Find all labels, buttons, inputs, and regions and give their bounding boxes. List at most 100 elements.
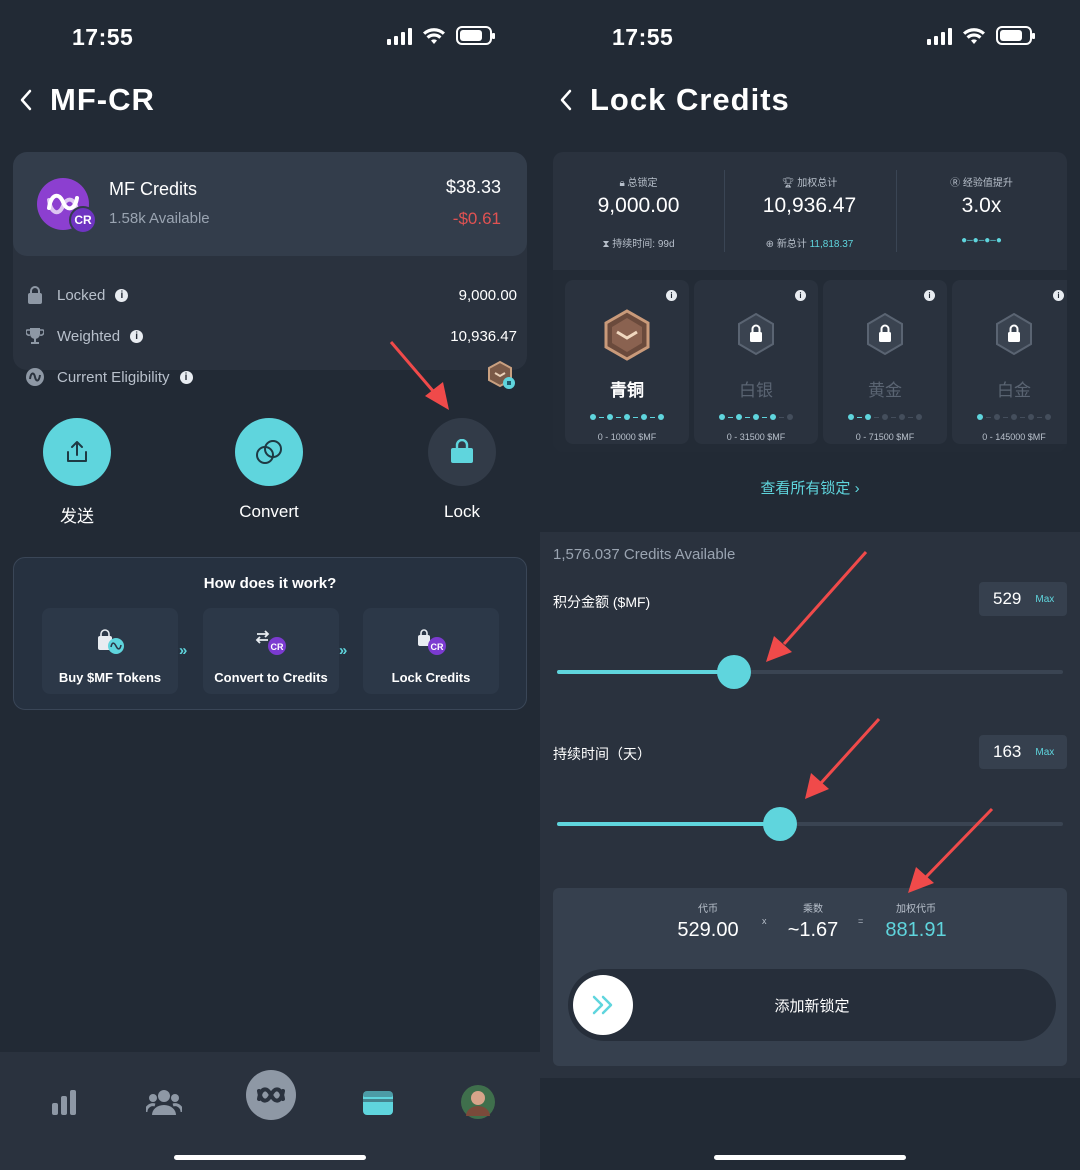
duration-slider-fill [557, 822, 780, 826]
tier-name: 白银 [739, 381, 773, 400]
home-indicator [174, 1155, 366, 1160]
status-time: 17:55 [72, 24, 134, 50]
view-all-locks-link[interactable]: 查看所有锁定 › [540, 477, 1080, 498]
xp-icon: Ⓡ [950, 178, 963, 189]
tier-range: 0 - 31500 $MF [726, 432, 786, 442]
silver-badge-locked-icon [738, 312, 774, 356]
tab-stats[interactable] [40, 1078, 88, 1126]
step-separator: » [179, 642, 188, 659]
stat-sub-label: 新总计 [776, 239, 807, 250]
credit-available: 1.58k Available [109, 210, 210, 227]
send-action[interactable]: 发送 [17, 418, 137, 527]
convert-button[interactable] [235, 418, 303, 486]
profile-avatar-icon [461, 1085, 495, 1119]
eligibility-row: Current Eligibility i [25, 360, 517, 394]
stat-value: 3.0x [961, 194, 1002, 217]
info-icon[interactable]: i [115, 288, 129, 302]
amount-input[interactable]: 529 Max [979, 582, 1067, 616]
send-button[interactable] [43, 418, 111, 486]
convert-label: Convert [239, 502, 299, 521]
info-icon[interactable]: i [924, 290, 935, 301]
lock-button[interactable] [428, 418, 496, 486]
locked-value: 9,000.00 [458, 286, 517, 304]
amount-slider-thumb[interactable] [717, 655, 752, 689]
back-arrow-icon[interactable] [16, 85, 36, 115]
credit-name: MF Credits [109, 179, 198, 199]
svg-text:CR: CR [271, 642, 284, 652]
wallet-icon [363, 1091, 393, 1115]
stats-icon [52, 1090, 76, 1115]
xp-progress-dots: ●–●–●–● [961, 235, 1002, 246]
duration-max-button[interactable]: Max [1035, 747, 1054, 758]
info-icon[interactable]: i [179, 370, 193, 384]
tab-community[interactable] [140, 1078, 188, 1126]
tier-progress-dots [823, 414, 947, 420]
tier-range: 0 - 71500 $MF [855, 432, 915, 442]
equals-sign: = [858, 916, 864, 926]
calc-label: 乘数 [803, 904, 823, 915]
amount-max-button[interactable]: Max [1035, 594, 1054, 605]
add-lock-swipe-button[interactable]: 添加新锁定 [568, 969, 1056, 1041]
tier-card-platinum[interactable]: i 白金 0 - 145000 $MF [952, 280, 1067, 444]
page-title: Lock Credits [590, 82, 790, 117]
info-icon[interactable]: i [795, 290, 806, 301]
stat-value: 10,936.47 [762, 194, 857, 217]
view-all-label: 查看所有锁定 [760, 480, 851, 497]
lock-action[interactable]: Lock [402, 418, 522, 522]
back-arrow-icon[interactable] [556, 85, 576, 115]
amount-slider[interactable] [557, 655, 1063, 689]
battery-icon [456, 26, 495, 45]
convert-action[interactable]: Convert [209, 418, 329, 522]
tier-progress-dots [694, 414, 818, 420]
stat-sub-label: 持续时间: 99d [612, 239, 675, 250]
stat-sub-value: 11,818.37 [809, 239, 854, 250]
step-buy[interactable]: Buy $MF Tokens [42, 608, 178, 694]
info-icon[interactable]: i [666, 290, 677, 301]
stat-label: 加权总计 [797, 178, 838, 189]
tab-profile[interactable] [454, 1078, 502, 1126]
platinum-badge-locked-icon [996, 312, 1032, 356]
tier-card-bronze[interactable]: i 青铜 0 - 10000 $MF [565, 280, 689, 444]
page-title: MF-CR [50, 82, 155, 117]
calc-value: 881.91 [885, 919, 947, 941]
lock-icon [25, 285, 45, 305]
duration-slider-thumb[interactable] [762, 807, 797, 841]
tier-name: 黄金 [868, 381, 902, 400]
credit-usd-value: $38.33 [445, 177, 501, 197]
duration-slider[interactable] [557, 807, 1063, 841]
info-icon[interactable]: i [1053, 290, 1064, 301]
tier-range: 0 - 145000 $MF [982, 432, 1046, 442]
step-lock[interactable]: CR Lock Credits [363, 608, 499, 694]
tier-progress-dots [565, 414, 689, 420]
info-icon[interactable]: i [130, 329, 144, 343]
calc-label: 代币 [698, 904, 718, 915]
tab-home[interactable] [246, 1070, 296, 1120]
bronze-badge-icon [604, 309, 650, 361]
status-bar: 17:55 [0, 0, 540, 70]
how-it-works-panel: How does it work? Buy $MF Tokens » CR Co… [13, 557, 527, 710]
credits-available: 1,576.037 Credits Available [553, 546, 736, 563]
gold-badge-locked-icon [867, 312, 903, 356]
mf-credits-card[interactable]: CR MF Credits 1.58k Available $38.33 -$0… [13, 152, 527, 256]
weighted-value: 10,936.47 [450, 327, 517, 345]
duration-value: 163 [993, 742, 1022, 761]
lock-label: Lock [444, 502, 480, 521]
hourglass-icon: ⧗ [602, 239, 613, 250]
duration-input[interactable]: 163 Max [979, 735, 1067, 769]
send-label: 发送 [60, 507, 94, 526]
tab-bar [0, 1052, 540, 1170]
stat-value: 9,000.00 [597, 194, 680, 217]
stat-xp-boost: Ⓡ 经验值提升 3.0x ●–●–●–● [896, 152, 1067, 270]
credit-change: -$0.61 [452, 209, 501, 228]
lock-icon: CR [418, 629, 446, 655]
eligibility-badge-icon [487, 360, 517, 394]
tab-wallet[interactable] [354, 1078, 402, 1126]
tier-carousel[interactable]: i 青铜 0 - 10000 $MF i 白银 0 - 31500 $MF i … [553, 270, 1067, 452]
amount-label: 积分金额 ($MF) [553, 594, 651, 610]
tier-card-silver[interactable]: i 白银 0 - 31500 $MF [694, 280, 818, 444]
step-convert[interactable]: CR Convert to Credits [203, 608, 339, 694]
locked-label: Locked [57, 286, 106, 304]
mf-coin-icon: CR [37, 178, 97, 234]
tier-card-gold[interactable]: i 黄金 0 - 71500 $MF [823, 280, 947, 444]
amount-value: 529 [993, 589, 1022, 608]
